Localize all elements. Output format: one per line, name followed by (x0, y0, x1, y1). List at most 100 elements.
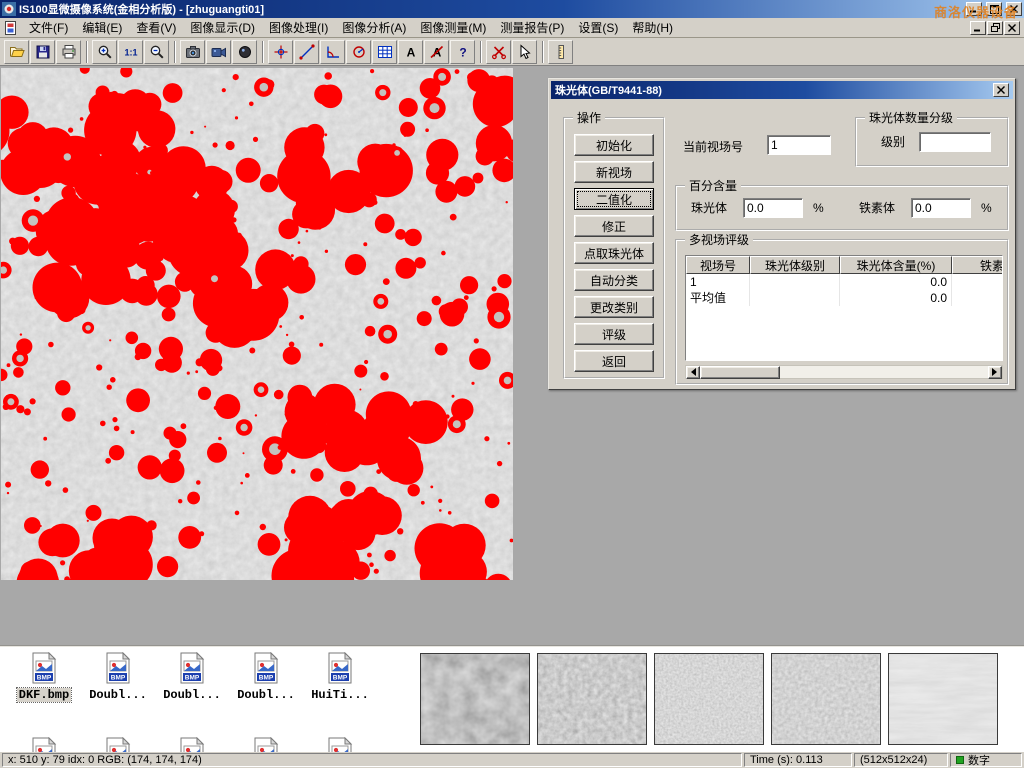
column-header[interactable]: 铁素 (952, 256, 1003, 274)
video-preview-button[interactable] (206, 40, 231, 64)
table-horizontal-scrollbar[interactable] (685, 365, 1003, 379)
operation-button-3[interactable]: 二值化 (574, 188, 654, 210)
table-row[interactable]: 平均值0.0 (686, 290, 1002, 306)
mdi-restore-button[interactable] (987, 21, 1003, 35)
dialog-close-button[interactable] (993, 83, 1009, 97)
menu-bar: 文件(F)编辑(E)查看(V)图像显示(D)图像处理(I)图像分析(A)图像测量… (0, 18, 1024, 38)
operation-button-1[interactable]: 初始化 (574, 134, 654, 156)
file-item[interactable]: BMPDoubl... (230, 652, 302, 702)
pearlite-percent-input[interactable] (743, 198, 803, 218)
bmp-file-icon: BMP (176, 737, 208, 752)
text-annotation-button[interactable]: A (398, 40, 423, 64)
sample-thumbnail-1[interactable] (420, 653, 530, 745)
menu-item-2[interactable]: 编辑(E) (75, 17, 129, 38)
file-item[interactable]: BMPDoubl... (82, 652, 154, 702)
percent-group-label: 百分含量 (685, 179, 741, 193)
cursor-info-panel: x: 510 y: 79 idx: 0 RGB: (174, 174, 174) (2, 753, 742, 767)
file-item-partial[interactable]: BMP (8, 737, 80, 752)
mode-label: 数字 (968, 752, 990, 768)
title-bar[interactable]: IS100显微摄像系统(金相分析版) - [zhuguangti01] (0, 0, 1024, 18)
actual-size-button[interactable]: 1:1 (118, 40, 143, 64)
scrollbar-thumb[interactable] (700, 366, 780, 379)
dialog-title-bar[interactable]: 珠光体(GB/T9441-88) (551, 81, 1013, 99)
delete-annotation-button[interactable]: A (424, 40, 449, 64)
menu-item-9[interactable]: 设置(S) (571, 17, 625, 38)
operation-button-9[interactable]: 返回 (574, 350, 654, 372)
file-item-partial[interactable]: BMP (230, 737, 302, 752)
menu-item-5[interactable]: 图像处理(I) (262, 17, 335, 38)
table-cell: 0.0 (840, 274, 952, 290)
measure-line-button[interactable] (294, 40, 319, 64)
measure-angle-button[interactable] (320, 40, 345, 64)
menu-item-4[interactable]: 图像显示(D) (183, 17, 262, 38)
file-item-partial[interactable]: BMP (304, 737, 376, 752)
mode-indicator-icon (956, 756, 964, 764)
document-icon[interactable] (4, 21, 18, 35)
table-cell: 0.0 (840, 290, 952, 306)
pointer-button[interactable] (512, 40, 537, 64)
cut-button[interactable] (486, 40, 511, 64)
current-field-input[interactable] (767, 135, 831, 155)
column-header[interactable]: 珠光体级别 (750, 256, 840, 274)
svg-text:A: A (406, 45, 415, 59)
scrollbar-track[interactable] (780, 366, 988, 379)
print-button[interactable] (56, 40, 81, 64)
sample-thumbnail-5[interactable] (888, 653, 998, 745)
measure-point-button[interactable] (268, 40, 293, 64)
operation-button-5[interactable]: 点取珠光体 (574, 242, 654, 264)
menu-item-3[interactable]: 查看(V) (129, 17, 183, 38)
snapshot-button[interactable] (232, 40, 257, 64)
column-header[interactable]: 视场号 (686, 256, 750, 274)
menu-item-6[interactable]: 图像分析(A) (335, 17, 413, 38)
level-input[interactable] (919, 132, 991, 152)
sample-thumbnail-4[interactable] (771, 653, 881, 745)
operation-button-6[interactable]: 自动分类 (574, 269, 654, 291)
file-item-partial[interactable]: BMP (156, 737, 228, 752)
zoom-in-button[interactable] (92, 40, 117, 64)
sample-thumbnail-3[interactable] (654, 653, 764, 745)
measure-circle-button[interactable] (346, 40, 371, 64)
file-item-partial[interactable]: BMP (82, 737, 154, 752)
camera-capture-button[interactable] (180, 40, 205, 64)
dialog-body: 操作 初始化新视场二值化修正点取珠光体自动分类更改类别评级返回 当前视场号 珠光… (551, 99, 1013, 387)
multifield-table[interactable]: 视场号珠光体级别珠光体含量(%)铁素10.0平均值0.0 (685, 255, 1003, 361)
table-cell (750, 290, 840, 306)
operation-button-4[interactable]: 修正 (574, 215, 654, 237)
calibration-ruler-button[interactable] (548, 40, 573, 64)
table-cell: 1 (686, 274, 750, 290)
grading-group: 珠光体数量分级 级别 (855, 117, 1009, 167)
mdi-minimize-button[interactable] (970, 21, 986, 35)
mdi-close-button[interactable] (1004, 21, 1020, 35)
letter-a-strike-icon: A (429, 44, 445, 60)
menu-item-1[interactable]: 文件(F) (22, 17, 75, 38)
one-to-one-icon: 1:1 (123, 44, 139, 60)
ferrite-percent-input[interactable] (911, 198, 971, 218)
camera-icon (185, 44, 201, 60)
scroll-right-button[interactable] (988, 366, 1002, 379)
operation-button-8[interactable]: 评级 (574, 323, 654, 345)
operation-button-7[interactable]: 更改类别 (574, 296, 654, 318)
save-button[interactable] (30, 40, 55, 64)
open-file-button[interactable] (4, 40, 29, 64)
scroll-left-button[interactable] (686, 366, 700, 379)
floppy-disk-icon (35, 44, 51, 60)
bmp-file-icon: BMP (250, 652, 282, 684)
grid-button[interactable] (372, 40, 397, 64)
menu-item-8[interactable]: 测量报告(P) (493, 17, 571, 38)
menu-item-10[interactable]: 帮助(H) (625, 17, 680, 38)
pearlite-label: 珠光体 (691, 198, 727, 218)
folder-open-icon (9, 44, 25, 60)
sample-thumbnail-2[interactable] (537, 653, 647, 745)
menu-item-7[interactable]: 图像测量(M) (413, 17, 493, 38)
zoom-out-button[interactable] (144, 40, 169, 64)
table-row[interactable]: 10.0 (686, 274, 1002, 290)
circle-measure-icon (351, 44, 367, 60)
operation-button-2[interactable]: 新视场 (574, 161, 654, 183)
file-item[interactable]: BMPHuiTi... (304, 652, 376, 702)
metallographic-image[interactable] (1, 68, 513, 580)
column-header[interactable]: 珠光体含量(%) (840, 256, 952, 274)
cursor-coordinates: x: 510 y: 79 idx: 0 RGB: (174, 174, 174) (8, 754, 202, 766)
help-button[interactable]: ? (450, 40, 475, 64)
file-item[interactable]: BMPDKF.bmp (8, 652, 80, 702)
file-item[interactable]: BMPDoubl... (156, 652, 228, 702)
